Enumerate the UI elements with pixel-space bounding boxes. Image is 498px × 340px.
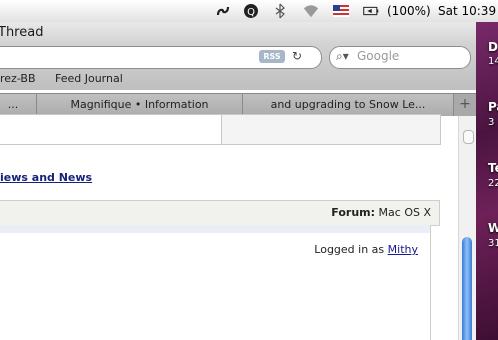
forum-info: Forum: Mac OS X [331, 206, 431, 219]
title-bar[interactable]: Thread [0, 22, 476, 45]
vertical-scrollbar[interactable] [458, 116, 476, 340]
menu-clock[interactable]: Sat 10:39 [438, 3, 496, 19]
bookmark-item[interactable]: rez-BB [0, 72, 36, 85]
page-content: iews and News Forum: Mac OS X Logged in … [0, 114, 458, 340]
tab[interactable]: Magnifique • Information [37, 94, 243, 116]
desktop-label: D [488, 40, 498, 54]
window-title: Thread [0, 25, 44, 40]
reload-icon[interactable]: ↻ [292, 49, 302, 63]
scroll-thumb[interactable] [462, 237, 472, 340]
toolbar: RSS ↻ ⌕▾ Google rez-BB Feed Journal [0, 45, 476, 90]
search-icon[interactable]: ⌕▾ [336, 49, 349, 64]
forum-value: Mac OS X [378, 206, 431, 219]
wifi-icon[interactable] [303, 3, 319, 19]
desktop-label: Te [488, 161, 498, 175]
search-placeholder: Google [357, 49, 400, 63]
login-status: Logged in as Mithy [314, 243, 418, 256]
battery-icon[interactable] [363, 3, 379, 19]
desktop-sublabel: 14 [488, 56, 498, 67]
svg-text:Q: Q [247, 7, 255, 18]
panel-shade [0, 225, 430, 233]
username-link[interactable]: Mithy [388, 243, 418, 256]
quicksilver-icon[interactable]: Q [243, 3, 259, 19]
forum-label: Forum: [331, 206, 376, 219]
flag-us-icon[interactable] [333, 3, 349, 19]
desktop-label: W [488, 221, 498, 235]
new-tab-button[interactable]: + [456, 94, 474, 116]
menu-bar: Q (100%) Sat 10:39 [0, 0, 498, 23]
url-field[interactable]: RSS ↻ [0, 46, 322, 69]
forum-bar: Forum: Mac OS X [0, 200, 440, 226]
search-input[interactable]: ⌕▾ Google [329, 46, 471, 69]
bluetooth-icon[interactable] [272, 3, 288, 19]
tab[interactable]: ... [0, 94, 37, 116]
browser-window: Thread RSS ↻ ⌕▾ Google rez-BB Feed Journ… [0, 22, 476, 340]
login-panel: Logged in as Mithy [0, 225, 431, 340]
desktop-sublabel: 31 [488, 238, 498, 249]
views-news-link[interactable]: iews and News [0, 171, 92, 184]
scroll-up-button[interactable] [463, 130, 474, 144]
desktop-sublabel: 3 [488, 117, 495, 128]
content-box [221, 114, 441, 145]
content-box [0, 114, 222, 145]
battery-percent[interactable]: (100%) [387, 3, 431, 19]
bookmark-item[interactable]: Feed Journal [55, 72, 123, 85]
desktop-label: Pa [488, 100, 498, 114]
sync-icon[interactable] [215, 3, 231, 19]
rss-button[interactable]: RSS [259, 50, 285, 63]
logged-prefix: Logged in as [314, 243, 385, 256]
desktop-sublabel: 22 [488, 178, 498, 189]
tab[interactable]: and upgrading to Snow Le... [243, 94, 454, 116]
